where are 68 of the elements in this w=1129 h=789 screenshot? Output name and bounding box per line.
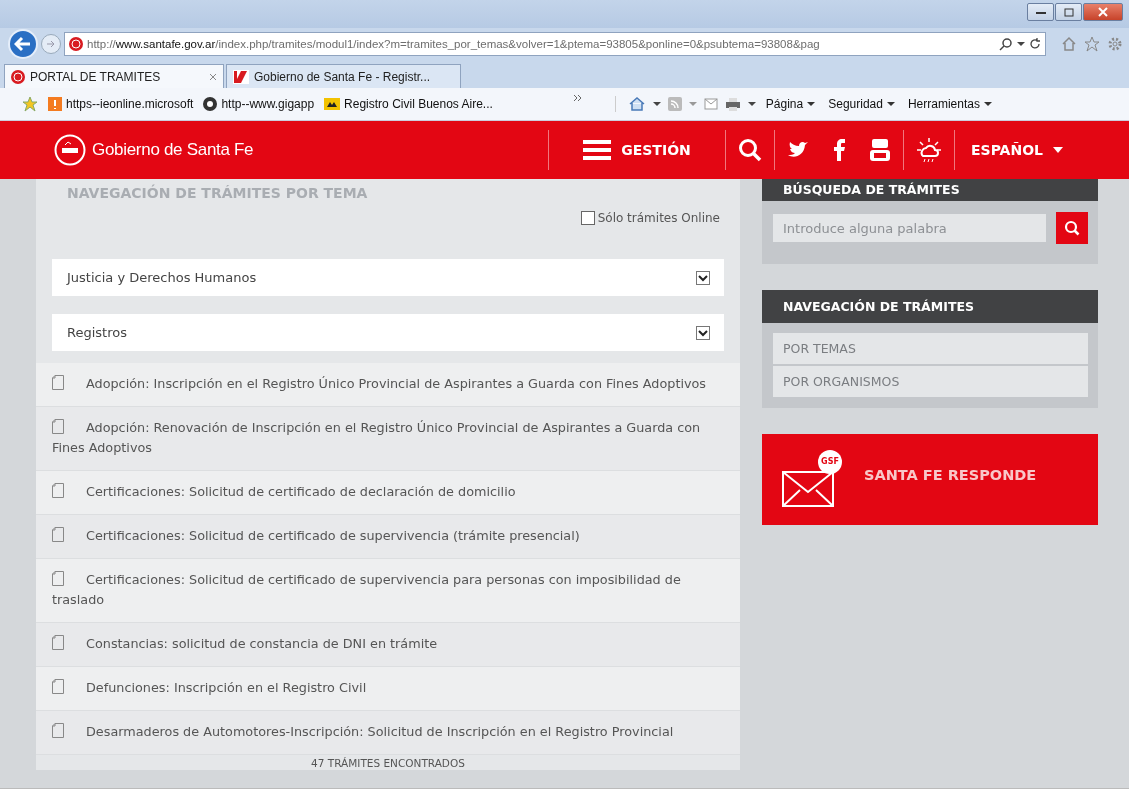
- menu-button[interactable]: GESTIÓN: [549, 140, 725, 160]
- topic-dropdown[interactable]: Registros: [52, 314, 724, 351]
- procedure-link[interactable]: Defunciones: Inscripción en el Registro Civil: [36, 667, 740, 711]
- refresh-icon[interactable]: [1029, 38, 1041, 50]
- document-icon: [52, 679, 64, 694]
- search-icon[interactable]: [999, 37, 1013, 51]
- bird-icon[interactable]: [787, 141, 809, 159]
- menu-icon: [583, 140, 612, 160]
- command-menu[interactable]: Página: [762, 97, 819, 111]
- document-icon: [52, 527, 64, 542]
- restore-icon[interactable]: [1063, 7, 1074, 17]
- weather-icon[interactable]: [916, 137, 942, 163]
- back-button[interactable]: [8, 29, 38, 59]
- minimize-button[interactable]: [1027, 3, 1054, 21]
- favorite-link[interactable]: Registro Civil Buenos Aire...: [324, 97, 493, 111]
- home-icon[interactable]: [627, 96, 646, 112]
- browser-tab[interactable]: PORTAL DE TRAMITES: [4, 64, 224, 88]
- caret-icon[interactable]: [652, 101, 661, 107]
- search-icon[interactable]: [1064, 220, 1080, 236]
- navigation-link[interactable]: POR ORGANISMOS: [773, 366, 1088, 397]
- document-icon: [52, 483, 64, 498]
- back-arrow-icon[interactable]: [14, 36, 32, 52]
- search-field[interactable]: Introduce alguna palabra: [773, 214, 1046, 242]
- star-icon[interactable]: [1084, 36, 1100, 52]
- procedure-link[interactable]: Certificaciones: Solicitud de certificado de supervivencia para personas con imposibilidad de traslado: [36, 559, 740, 623]
- caret-icon[interactable]: [983, 101, 992, 107]
- language-selector[interactable]: ESPAÑOL: [955, 142, 1079, 158]
- close-icon[interactable]: [209, 72, 217, 81]
- search-icon[interactable]: [738, 138, 762, 162]
- procedure-link[interactable]: Adopción: Inscripción en el Registro Único Provincial de Aspirantes a Guarda con Fines Adoptivos: [36, 363, 740, 407]
- bookmark-logo-icon: [324, 98, 341, 110]
- document-icon: [52, 375, 64, 390]
- browser-tab[interactable]: Gobierno de Santa Fe - Registr...: [226, 64, 461, 88]
- minimize-icon[interactable]: [1035, 10, 1046, 14]
- favorites-star-icon[interactable]: [22, 96, 38, 112]
- panel-title: NAVEGACIÓN DE TRÁMITES: [762, 290, 1098, 323]
- close-button[interactable]: [1083, 3, 1123, 21]
- favorite-link[interactable]: https--ieonline.microsoft: [48, 97, 194, 111]
- site-logo-icon: [11, 69, 25, 84]
- document-icon: [52, 635, 64, 650]
- caret-icon[interactable]: [747, 101, 756, 107]
- favorite-link[interactable]: http--www.gigapp: [203, 97, 315, 111]
- document-icon: [52, 571, 64, 586]
- promo-label: SANTA FE RESPONDE: [864, 466, 1037, 483]
- printer-icon[interactable]: [724, 97, 741, 111]
- navigation-link[interactable]: POR TEMAS: [773, 333, 1088, 364]
- topic-dropdown[interactable]: Justicia y Derechos Humanos: [52, 259, 724, 296]
- site-logo-icon: [69, 37, 83, 51]
- gsf-logo-icon: [54, 134, 86, 166]
- caret-icon[interactable]: [1017, 41, 1025, 47]
- procedure-link[interactable]: Certificaciones: Solicitud de certificado de declaración de domicilio: [36, 471, 740, 515]
- lightbulb-icon: [48, 97, 62, 111]
- address-bar[interactable]: http://www.santafe.gov.ar/index.php/tramites/modul1/index?m=tramites_por_temas&volver=1&ptema=93805&ponline=0&psubtema=93808&pag: [64, 32, 1046, 56]
- command-menu[interactable]: Herramientas: [904, 97, 995, 111]
- brand-name[interactable]: Gobierno de Santa Fe: [92, 140, 254, 160]
- chevron-icon[interactable]: [572, 94, 583, 102]
- gsf-badge: GSF: [818, 449, 842, 474]
- section-title: NAVEGACIÓN DE TRÁMITES POR TEMA: [67, 185, 369, 201]
- panel-title: BÚSQUEDA DE TRÁMITES: [783, 182, 960, 198]
- search-button[interactable]: [1056, 212, 1088, 244]
- caret-icon[interactable]: [886, 101, 895, 107]
- document-icon: [52, 419, 64, 434]
- document-icon: [52, 723, 64, 738]
- caret-icon[interactable]: [807, 101, 816, 107]
- facebook-icon[interactable]: [833, 139, 845, 161]
- checkbox[interactable]: [580, 211, 595, 225]
- promo-banner[interactable]: GSF SANTA FE RESPONDE: [762, 434, 1098, 525]
- command-menu[interactable]: Seguridad: [825, 97, 898, 111]
